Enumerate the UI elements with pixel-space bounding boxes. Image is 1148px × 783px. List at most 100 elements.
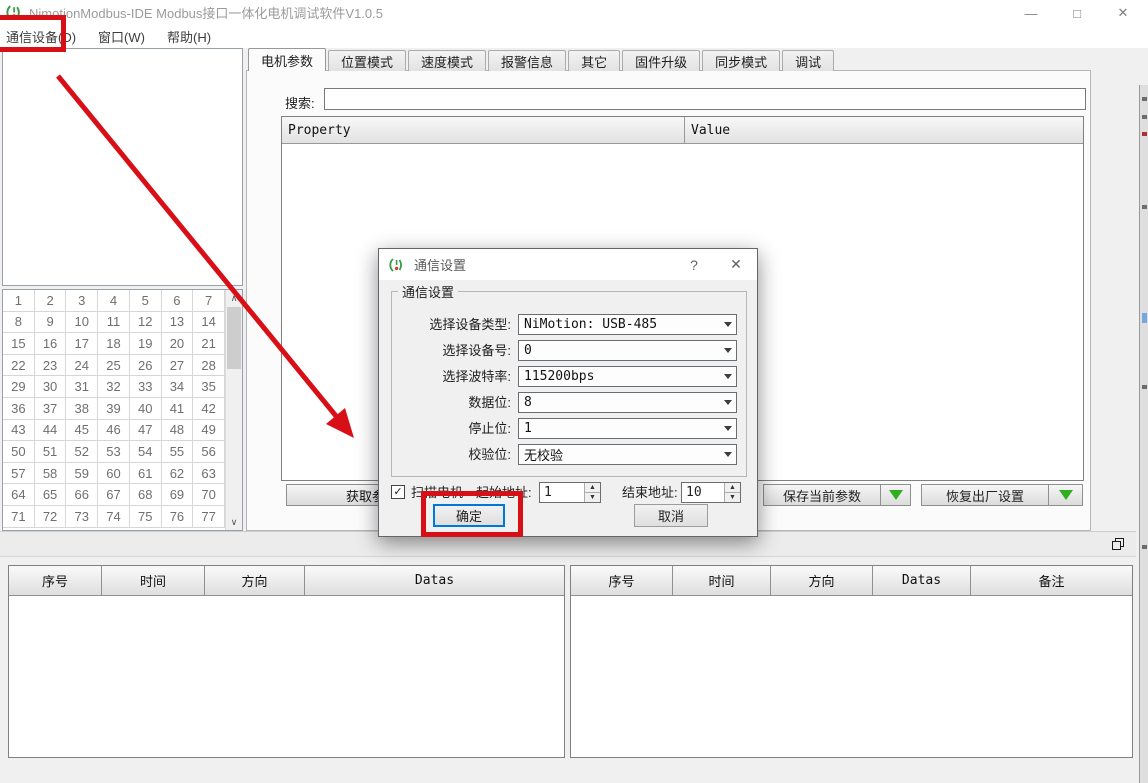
device-grid-cell[interactable]: 45 [66,420,98,442]
save-params-button[interactable]: 保存当前参数 [763,484,881,506]
device-grid-cell[interactable]: 64 [3,484,35,506]
device-grid-cell[interactable]: 24 [66,355,98,377]
device-grid-cell[interactable]: 23 [35,355,67,377]
device-grid-cell[interactable]: 48 [162,420,194,442]
scan-motor-checkbox[interactable]: ✓ [391,485,405,499]
factory-reset-dropdown-button[interactable] [1049,484,1083,506]
float-window-icon[interactable] [1112,538,1125,551]
maximize-button[interactable]: □ [1054,0,1100,26]
scroll-up-icon[interactable]: ∧ [226,290,242,306]
start-address-spinner[interactable]: 1 ▲ ▼ [539,482,601,503]
tab-firmware-upgrade[interactable]: 固件升级 [622,50,700,71]
device-grid-cell[interactable]: 49 [193,420,225,442]
menu-item-communication-device[interactable]: 通信设备(D) [0,25,87,47]
factory-reset-button[interactable]: 恢复出厂设置 [921,484,1049,506]
device-grid-cell[interactable]: 75 [130,506,162,528]
device-grid-cell[interactable]: 33 [130,376,162,398]
device-grid-cell[interactable]: 47 [130,420,162,442]
device-grid-cell[interactable]: 68 [130,484,162,506]
device-grid-cell[interactable]: 73 [66,506,98,528]
device-grid-cell[interactable]: 43 [3,420,35,442]
device-grid-cell[interactable]: 59 [66,463,98,485]
tab-debug[interactable]: 调试 [782,50,834,71]
tab-alarm-info[interactable]: 报警信息 [488,50,566,71]
device-grid-cell[interactable]: 2 [35,290,67,312]
device-grid-cell[interactable]: 40 [130,398,162,420]
end-address-spinner[interactable]: 10 ▲ ▼ [681,482,741,503]
device-grid-cell[interactable]: 20 [162,333,194,355]
device-grid-cell[interactable]: 76 [162,506,194,528]
device-grid-cell[interactable]: 8 [3,312,35,334]
device-grid-cell[interactable]: 62 [162,463,194,485]
device-grid-cell[interactable]: 39 [98,398,130,420]
device-grid-cell[interactable]: 61 [130,463,162,485]
device-grid-cell[interactable]: 51 [35,441,67,463]
device-grid-cell[interactable]: 63 [193,463,225,485]
device-grid-cell[interactable]: 7 [193,290,225,312]
device-type-select[interactable]: NiMotion: USB-485 [518,314,737,335]
device-number-select[interactable]: 0 [518,340,737,361]
device-grid-cell[interactable]: 41 [162,398,194,420]
device-grid-cell[interactable]: 53 [98,441,130,463]
close-button[interactable]: ✕ [1100,0,1146,26]
menu-item-window[interactable]: 窗口(W) [87,25,156,47]
device-grid-cell[interactable]: 19 [130,333,162,355]
device-grid-cell[interactable]: 6 [162,290,194,312]
device-grid-cell[interactable]: 58 [35,463,67,485]
device-grid-cell[interactable]: 72 [35,506,67,528]
device-grid-cell[interactable]: 37 [35,398,67,420]
device-grid-cell[interactable]: 27 [162,355,194,377]
tab-position-mode[interactable]: 位置模式 [328,50,406,71]
tab-speed-mode[interactable]: 速度模式 [408,50,486,71]
device-grid-cell[interactable]: 30 [35,376,67,398]
device-grid-cell[interactable]: 18 [98,333,130,355]
device-grid-cell[interactable]: 56 [193,441,225,463]
spin-up-icon[interactable]: ▲ [725,483,740,493]
dialog-help-button[interactable]: ? [673,249,715,280]
column-header-value[interactable]: Value [685,117,1083,143]
device-grid-cell[interactable]: 60 [98,463,130,485]
spin-down-icon[interactable]: ▼ [585,493,600,502]
ok-button[interactable]: 确定 [433,504,505,527]
device-grid-cell[interactable]: 1 [3,290,35,312]
device-grid-cell[interactable]: 36 [3,398,35,420]
device-grid-cell[interactable]: 4 [98,290,130,312]
scrollbar-thumb[interactable] [227,307,241,369]
device-grid-cell[interactable]: 69 [162,484,194,506]
scroll-down-icon[interactable]: ∨ [226,514,242,530]
device-grid-cell[interactable]: 11 [98,312,130,334]
device-grid-cell[interactable]: 42 [193,398,225,420]
device-grid-cell[interactable]: 67 [98,484,130,506]
device-grid-cell[interactable]: 9 [35,312,67,334]
spin-down-icon[interactable]: ▼ [725,493,740,502]
tab-other[interactable]: 其它 [568,50,620,71]
device-grid-cell[interactable]: 71 [3,506,35,528]
device-grid-cell[interactable]: 65 [35,484,67,506]
stop-bits-select[interactable]: 1 [518,418,737,439]
device-grid-cell[interactable]: 44 [35,420,67,442]
device-grid-cell[interactable]: 25 [98,355,130,377]
device-grid-cell[interactable]: 22 [3,355,35,377]
device-grid-cell[interactable]: 70 [193,484,225,506]
device-grid-scrollbar[interactable]: ∧ ∨ [225,290,242,530]
device-grid-cell[interactable]: 31 [66,376,98,398]
device-grid-cell[interactable]: 74 [98,506,130,528]
tab-sync-mode[interactable]: 同步模式 [702,50,780,71]
baud-rate-select[interactable]: 115200bps [518,366,737,387]
device-grid-cell[interactable]: 55 [162,441,194,463]
device-grid-cell[interactable]: 77 [193,506,225,528]
device-grid-cell[interactable]: 50 [3,441,35,463]
device-grid-cell[interactable]: 52 [66,441,98,463]
device-grid-cell[interactable]: 54 [130,441,162,463]
spin-up-icon[interactable]: ▲ [585,483,600,493]
device-grid-cell[interactable]: 66 [66,484,98,506]
cancel-button[interactable]: 取消 [634,504,708,527]
device-grid-cell[interactable]: 34 [162,376,194,398]
device-grid-cell[interactable]: 5 [130,290,162,312]
device-grid-cell[interactable]: 29 [3,376,35,398]
device-grid-cell[interactable]: 3 [66,290,98,312]
device-grid-cell[interactable]: 28 [193,355,225,377]
device-grid-cell[interactable]: 35 [193,376,225,398]
menu-item-help[interactable]: 帮助(H) [156,25,222,47]
dialog-close-button[interactable]: ✕ [715,249,757,280]
